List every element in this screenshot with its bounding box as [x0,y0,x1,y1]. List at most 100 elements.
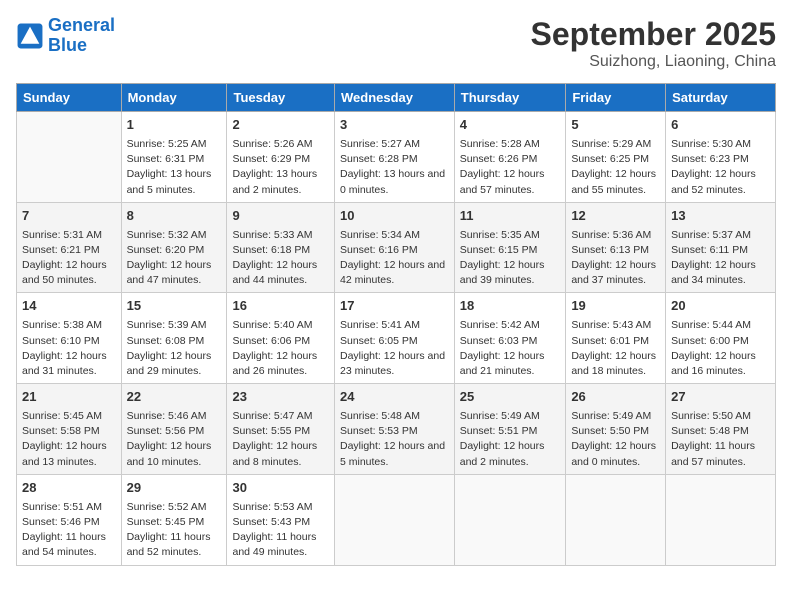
sunrise-text: Sunrise: 5:45 AM [22,410,102,422]
day-number: 5 [571,116,660,135]
day-number: 25 [460,388,561,407]
sunset-text: Sunset: 5:43 PM [232,516,310,528]
sunset-text: Sunset: 6:08 PM [127,335,205,347]
day-number: 21 [22,388,116,407]
calendar-cell: 28Sunrise: 5:51 AMSunset: 5:46 PMDayligh… [17,474,122,565]
calendar-cell [666,474,776,565]
day-number: 24 [340,388,449,407]
sunset-text: Sunset: 6:29 PM [232,153,310,165]
day-number: 3 [340,116,449,135]
daylight-text: Daylight: 12 hours and 5 minutes. [340,440,445,467]
logo-text: General Blue [48,16,115,56]
day-number: 20 [671,297,770,316]
day-header-sunday: Sunday [17,84,122,112]
day-number: 16 [232,297,329,316]
daylight-text: Daylight: 12 hours and 47 minutes. [127,259,212,286]
sunrise-text: Sunrise: 5:33 AM [232,229,312,241]
sunrise-text: Sunrise: 5:49 AM [460,410,540,422]
sunrise-text: Sunrise: 5:29 AM [571,138,651,150]
calendar-cell: 20Sunrise: 5:44 AMSunset: 6:00 PMDayligh… [666,293,776,384]
sunrise-text: Sunrise: 5:48 AM [340,410,420,422]
calendar-cell: 26Sunrise: 5:49 AMSunset: 5:50 PMDayligh… [566,384,666,475]
sunset-text: Sunset: 6:01 PM [571,335,649,347]
sunset-text: Sunset: 5:50 PM [571,425,649,437]
daylight-text: Daylight: 11 hours and 57 minutes. [671,440,755,467]
logo-general: General [48,15,115,35]
sunrise-text: Sunrise: 5:49 AM [571,410,651,422]
sunset-text: Sunset: 6:25 PM [571,153,649,165]
calendar-cell: 14Sunrise: 5:38 AMSunset: 6:10 PMDayligh… [17,293,122,384]
sunset-text: Sunset: 6:16 PM [340,244,418,256]
daylight-text: Daylight: 11 hours and 49 minutes. [232,531,316,558]
sunrise-text: Sunrise: 5:38 AM [22,319,102,331]
day-header-saturday: Saturday [666,84,776,112]
calendar-body: 1Sunrise: 5:25 AMSunset: 6:31 PMDaylight… [17,112,776,566]
daylight-text: Daylight: 12 hours and 44 minutes. [232,259,317,286]
day-number: 1 [127,116,222,135]
calendar-cell [17,112,122,203]
day-number: 9 [232,207,329,226]
sunset-text: Sunset: 5:45 PM [127,516,205,528]
sunrise-text: Sunrise: 5:31 AM [22,229,102,241]
daylight-text: Daylight: 11 hours and 54 minutes. [22,531,106,558]
calendar-cell [566,474,666,565]
sunrise-text: Sunrise: 5:37 AM [671,229,751,241]
daylight-text: Daylight: 13 hours and 0 minutes. [340,168,445,195]
calendar-cell: 19Sunrise: 5:43 AMSunset: 6:01 PMDayligh… [566,293,666,384]
calendar-table: SundayMondayTuesdayWednesdayThursdayFrid… [16,83,776,566]
sunset-text: Sunset: 5:53 PM [340,425,418,437]
calendar-cell: 22Sunrise: 5:46 AMSunset: 5:56 PMDayligh… [121,384,227,475]
calendar-cell: 15Sunrise: 5:39 AMSunset: 6:08 PMDayligh… [121,293,227,384]
sunrise-text: Sunrise: 5:25 AM [127,138,207,150]
sunset-text: Sunset: 6:05 PM [340,335,418,347]
sunrise-text: Sunrise: 5:34 AM [340,229,420,241]
sunrise-text: Sunrise: 5:32 AM [127,229,207,241]
calendar-cell: 1Sunrise: 5:25 AMSunset: 6:31 PMDaylight… [121,112,227,203]
sunrise-text: Sunrise: 5:51 AM [22,501,102,513]
calendar-cell: 21Sunrise: 5:45 AMSunset: 5:58 PMDayligh… [17,384,122,475]
daylight-text: Daylight: 12 hours and 8 minutes. [232,440,317,467]
day-number: 2 [232,116,329,135]
day-number: 26 [571,388,660,407]
calendar-cell: 27Sunrise: 5:50 AMSunset: 5:48 PMDayligh… [666,384,776,475]
day-number: 10 [340,207,449,226]
page-header: General Blue September 2025 Suizhong, Li… [16,16,776,71]
sunrise-text: Sunrise: 5:50 AM [671,410,751,422]
sunset-text: Sunset: 6:06 PM [232,335,310,347]
sunrise-text: Sunrise: 5:28 AM [460,138,540,150]
calendar-week-row: 7Sunrise: 5:31 AMSunset: 6:21 PMDaylight… [17,202,776,293]
sunrise-text: Sunrise: 5:47 AM [232,410,312,422]
calendar-cell [454,474,566,565]
sunset-text: Sunset: 6:00 PM [671,335,749,347]
calendar-cell: 12Sunrise: 5:36 AMSunset: 6:13 PMDayligh… [566,202,666,293]
calendar-cell: 13Sunrise: 5:37 AMSunset: 6:11 PMDayligh… [666,202,776,293]
calendar-cell: 17Sunrise: 5:41 AMSunset: 6:05 PMDayligh… [334,293,454,384]
daylight-text: Daylight: 12 hours and 50 minutes. [22,259,107,286]
calendar-cell: 11Sunrise: 5:35 AMSunset: 6:15 PMDayligh… [454,202,566,293]
day-number: 4 [460,116,561,135]
daylight-text: Daylight: 12 hours and 10 minutes. [127,440,212,467]
sunset-text: Sunset: 6:23 PM [671,153,749,165]
calendar-cell: 23Sunrise: 5:47 AMSunset: 5:55 PMDayligh… [227,384,335,475]
daylight-text: Daylight: 12 hours and 37 minutes. [571,259,656,286]
daylight-text: Daylight: 12 hours and 31 minutes. [22,350,107,377]
sunrise-text: Sunrise: 5:53 AM [232,501,312,513]
sunrise-text: Sunrise: 5:27 AM [340,138,420,150]
calendar-cell: 29Sunrise: 5:52 AMSunset: 5:45 PMDayligh… [121,474,227,565]
sunset-text: Sunset: 5:51 PM [460,425,538,437]
day-number: 11 [460,207,561,226]
calendar-cell [334,474,454,565]
daylight-text: Daylight: 12 hours and 23 minutes. [340,350,445,377]
day-header-friday: Friday [566,84,666,112]
sunset-text: Sunset: 6:18 PM [232,244,310,256]
day-header-monday: Monday [121,84,227,112]
sunrise-text: Sunrise: 5:46 AM [127,410,207,422]
calendar-cell: 6Sunrise: 5:30 AMSunset: 6:23 PMDaylight… [666,112,776,203]
day-number: 8 [127,207,222,226]
daylight-text: Daylight: 13 hours and 2 minutes. [232,168,317,195]
daylight-text: Daylight: 12 hours and 57 minutes. [460,168,545,195]
sunrise-text: Sunrise: 5:42 AM [460,319,540,331]
sunset-text: Sunset: 6:28 PM [340,153,418,165]
sunrise-text: Sunrise: 5:26 AM [232,138,312,150]
day-header-wednesday: Wednesday [334,84,454,112]
